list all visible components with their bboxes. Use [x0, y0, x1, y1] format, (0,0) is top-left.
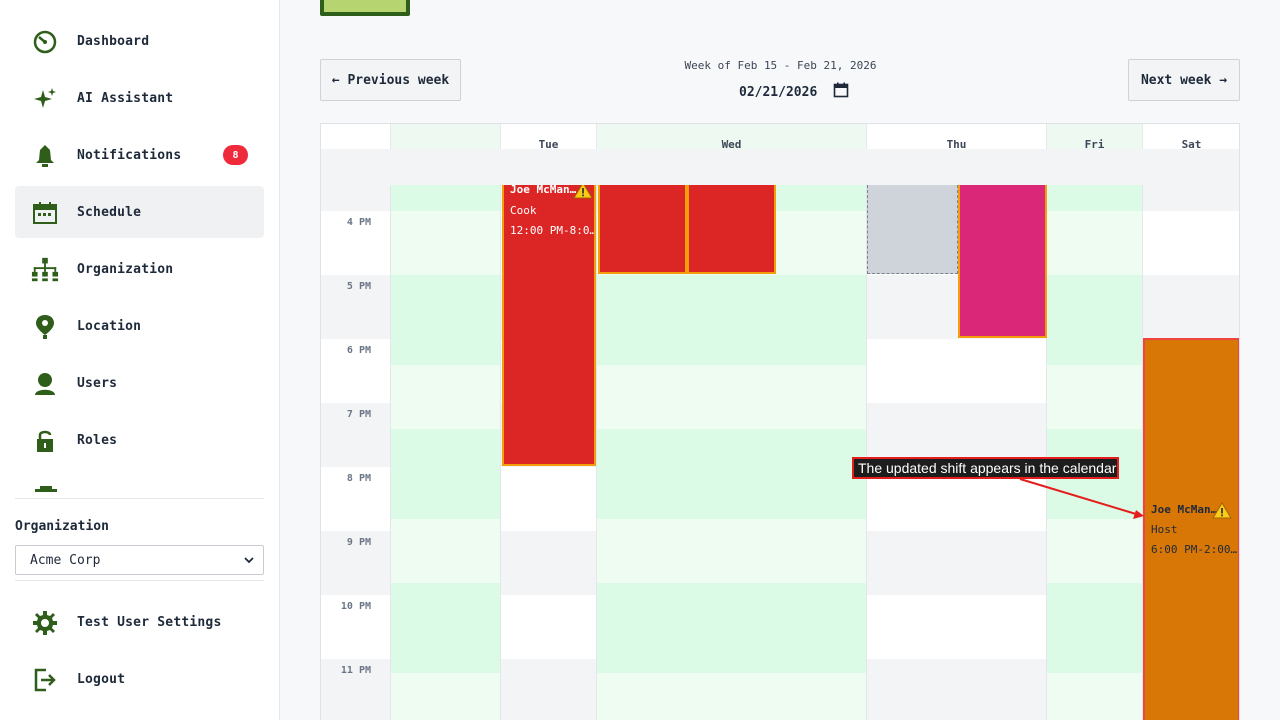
sidebar-item-label: Dashboard [77, 33, 150, 49]
sidebar-item-label: Roles [77, 432, 118, 448]
calendar-picker-icon[interactable] [833, 82, 849, 102]
partial-nav-icon [35, 486, 57, 492]
shift-role: Host [1151, 523, 1178, 536]
sidebar-divider [15, 580, 264, 581]
main-content: ← Previous week Week of Feb 15 - Feb 21,… [281, 0, 1280, 720]
hour-label: 6 PM [346, 345, 371, 356]
hour-label: 5 PM [346, 281, 371, 292]
sidebar: Dashboard AI Assistant Notifications 8 S… [0, 0, 280, 720]
sparkle-icon [31, 86, 59, 112]
sidebar-item-notifications[interactable]: Notifications 8 [15, 129, 264, 181]
warning-icon [1212, 502, 1232, 522]
shift-block-wed-2[interactable] [687, 185, 776, 274]
sidebar-item-label: Users [77, 375, 118, 391]
shift-role: Cook [510, 204, 537, 217]
shift-block-thu[interactable] [958, 185, 1047, 338]
org-chart-icon [31, 257, 59, 283]
sidebar-item-label: Test User Settings [77, 614, 222, 630]
logout-icon [31, 667, 59, 693]
gear-icon [31, 610, 59, 636]
shift-employee-name: Joe McMan… [510, 185, 577, 196]
hour-label: 10 PM [340, 601, 371, 612]
sidebar-item-schedule[interactable]: Schedule [15, 186, 264, 238]
shift-employee-name: Joe McMan… [1151, 503, 1218, 516]
calendar-body: 4 PM 5 PM 6 PM 7 PM 8 PM 9 PM 10 PM 11 P… [321, 149, 1239, 720]
sidebar-item-organization[interactable]: Organization [15, 243, 264, 295]
organization-label: Organization [15, 519, 109, 534]
sidebar-item-label: Organization [77, 261, 174, 277]
sidebar-item-logout[interactable]: Logout [15, 653, 264, 705]
sidebar-item-label: AI Assistant [77, 90, 174, 106]
shift-time: 6:00 PM-2:00… [1151, 543, 1238, 556]
day-column-mon[interactable] [391, 185, 501, 720]
sidebar-item-roles[interactable]: Roles [15, 414, 264, 466]
sidebar-item-label: Logout [77, 671, 126, 687]
hour-label: 7 PM [346, 409, 371, 420]
annotation-callout: The updated shift appears in the calenda… [852, 457, 1119, 479]
dashboard-icon [31, 29, 59, 55]
hour-label: 4 PM [346, 217, 371, 228]
sidebar-item-test-user-settings[interactable]: Test User Settings [15, 596, 264, 648]
location-pin-icon [31, 314, 59, 340]
hour-label: 11 PM [340, 665, 371, 676]
sidebar-item-dashboard[interactable]: Dashboard [15, 15, 264, 67]
shift-block-tue[interactable]: Joe McMan… Cook 12:00 PM-8:0… [502, 185, 596, 466]
calendar-icon [31, 200, 59, 226]
hour-label: 9 PM [346, 537, 371, 548]
sidebar-item-label: Location [77, 318, 142, 334]
scrolled-header-button[interactable] [320, 0, 410, 16]
sidebar-item-ai-assistant[interactable]: AI Assistant [15, 72, 264, 124]
shift-block-thu-unassigned[interactable] [867, 185, 958, 274]
organization-select[interactable]: Acme Corp [15, 545, 264, 575]
next-week-button[interactable]: Next week → [1128, 59, 1240, 101]
shift-block-wed-1[interactable] [598, 185, 687, 274]
bell-icon [31, 143, 59, 169]
hour-label: 8 PM [346, 473, 371, 484]
notification-count-badge: 8 [223, 145, 248, 165]
sidebar-item-location[interactable]: Location [15, 300, 264, 352]
warning-icon [573, 185, 593, 202]
lock-icon [31, 428, 59, 454]
week-date-input[interactable]: 02/21/2026 [739, 82, 849, 102]
organization-selected-value: Acme Corp [30, 552, 101, 568]
user-icon [31, 371, 59, 397]
shift-time: 12:00 PM-8:0… [510, 224, 596, 237]
day-column-fri[interactable] [1047, 185, 1143, 720]
chevron-down-icon [243, 554, 255, 570]
sidebar-item-label: Notifications [77, 147, 182, 163]
sidebar-item-users[interactable]: Users [15, 357, 264, 409]
shift-block-sat[interactable]: Joe McMan… Host 6:00 PM-2:00… [1143, 338, 1239, 720]
date-value: 02/21/2026 [739, 84, 818, 100]
sidebar-divider [15, 498, 264, 499]
sidebar-item-label: Schedule [77, 204, 142, 220]
week-calendar: Tue 17 Wed 18 Thu 19 Fri 20 Sat 21 [320, 123, 1240, 720]
time-gutter [321, 185, 391, 720]
